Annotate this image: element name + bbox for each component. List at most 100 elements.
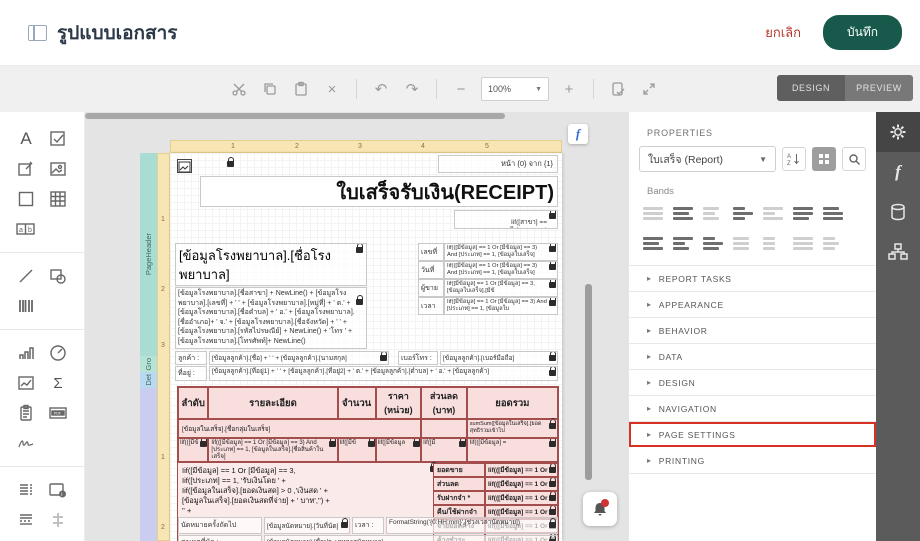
detail-cell[interactable]: Iif([มีข้อมูล [376,438,422,462]
address-label[interactable]: ที่อยู่ : [175,366,207,381]
horizontal-scrollbar[interactable] [85,113,505,119]
time-label[interactable]: เวลา : [352,517,384,534]
design-tab[interactable]: DESIGN [777,75,845,101]
save-button[interactable]: บันทึก [823,15,902,50]
section-navigation[interactable]: ▸NAVIGATION [629,396,876,422]
phone-expression[interactable]: [ข้อมูลลูกค้า].[เบอร์มือถือ] [440,351,558,365]
band-icon-reportfooter[interactable] [643,233,663,253]
branch-expression-control[interactable]: Iif([สาขา] == ไม่ระบุสาขา) [454,210,558,229]
cancel-button[interactable]: ยกเลิก [765,22,801,43]
preview-tab[interactable]: PREVIEW [845,75,913,101]
chart-tool-icon[interactable] [10,338,42,368]
band-icon-groupfooter[interactable] [823,203,843,223]
rail-properties-tab[interactable] [876,112,920,152]
table-header-cell[interactable]: รายละเอียด [208,387,337,419]
group-properties-button[interactable] [812,147,836,171]
phone-label[interactable]: เบอร์โทร : [398,351,438,365]
section-report-tasks[interactable]: ▸REPORT TASKS [629,266,876,292]
band-icon-bottommargin[interactable] [703,233,723,253]
table-header-cell[interactable]: ราคา (หน่วย) [376,387,422,419]
table-header-cell[interactable]: ลำดับ [178,387,208,419]
band-icon-topmargin[interactable] [643,203,663,223]
band-icon-detail[interactable] [763,203,783,223]
band-detail[interactable]: Det [140,372,157,388]
detail-cell[interactable]: Iif(([มีข้อมูล] == 1 Or [มีข้อมูล] == 3)… [208,438,337,462]
hospital-name-control[interactable]: [ข้อมูลโรงพยาบาล].[ชื่อโรงพยาบาล] [175,243,367,286]
group-header-cell[interactable]: [ข้อมูลในเสร็จ].[ชื่อกลุ่มในเสร็จ] [178,419,421,438]
info-label[interactable]: วันที่ [418,261,444,279]
panel-tool-icon[interactable] [10,184,42,214]
summary-value[interactable]: Iif(([มีข้อมูล] == 1 Or [485,477,558,491]
address-expression[interactable]: [ข้อมูลลูกค้า].[ที่อยู่1] + ' ' + [ข้อมู… [209,366,558,381]
info-value[interactable]: Iif([มีข้อมูล] == 1 Or [มีข้อมูล] == 3) … [444,297,558,315]
paste-icon[interactable] [290,78,312,100]
hospital-address-control[interactable]: [ข้อมูลโรงพยาบาล].[ชื่อสาขา] + NewLine()… [175,287,367,349]
detail-cell[interactable]: Iif([มี [421,438,467,462]
undo-icon[interactable]: ↶ [370,78,392,100]
summary-label[interactable]: ส่วนลด [433,477,485,491]
delete-icon[interactable]: × [321,78,343,100]
gauge-tool-icon[interactable] [42,338,74,368]
zoom-in-icon[interactable]: + [558,78,580,100]
zoom-select[interactable]: 100% ▼ [481,77,549,101]
payment-expression-control[interactable]: Iif([มีข้อมูล] == 1 Or [มีข้อมูล] == 3, … [182,466,432,516]
table-header-cell[interactable]: จำนวน [338,387,376,419]
signature-tool-icon[interactable] [10,428,42,458]
page-break-tool-icon[interactable] [10,505,42,535]
validate-icon[interactable] [607,78,629,100]
band-groupheader[interactable]: Gro [140,356,157,372]
table-header-cell[interactable]: ยอดรวม [467,387,558,419]
band-groupfooter[interactable] [140,388,157,541]
label-tool-icon[interactable]: A [10,124,42,154]
section-behavior[interactable]: ▸BEHAVIOR [629,318,876,344]
notification-bell-button[interactable] [583,492,617,526]
band-icon-pagefooter[interactable] [673,233,693,253]
info-label[interactable]: เวลา [418,297,444,315]
subreport-tool-icon[interactable]: i [42,475,74,505]
rail-structure-tab[interactable] [876,232,920,272]
sort-properties-button[interactable]: AZ [782,147,806,171]
section-page-settings[interactable]: ▸PAGE SETTINGS [629,422,876,448]
vertical-scrollbar[interactable] [585,284,592,480]
customer-label[interactable]: ลูกค้า : [175,351,207,365]
info-label[interactable]: เลขที่ [418,243,444,261]
group-header-cell[interactable] [421,419,467,438]
page-info-tool-icon[interactable] [10,398,42,428]
redo-icon[interactable]: ↷ [401,78,423,100]
crossband-line-tool-icon[interactable] [42,505,74,535]
band-icon-pageheader[interactable] [703,203,723,223]
band-icon-groupheader[interactable] [733,203,753,223]
band-icon-verticaltotal[interactable] [793,233,813,253]
checkbox-tool-icon[interactable] [42,124,74,154]
band-pageheader[interactable]: PageHeader [140,153,157,356]
time-expression[interactable]: FormatString('{0:HH:mm}',[ช่วงเวลานัดหมา… [386,517,558,534]
pivot-summary-tool-icon[interactable]: Σ [42,368,74,398]
crossband-box-tool-icon[interactable] [10,535,42,541]
section-design[interactable]: ▸DESIGN [629,370,876,396]
section-printing[interactable]: ▸PRINTING [629,448,876,474]
appointment-expression[interactable]: [ข้อมูลนัดหมาย].[วันที่นัด] [264,517,350,534]
customer-expression[interactable]: [ข้อมูลลูกค้า].[ชื่อ] + ' ' + [ข้อมูลลูก… [209,351,389,365]
rail-fieldlist-tab[interactable] [876,192,920,232]
band-icon-reportheader[interactable] [673,203,693,223]
summary-value[interactable]: Iif(([มีข้อมูล] == 1 Or [485,463,558,477]
band-icon-detailreport[interactable] [793,203,813,223]
picture-tool-icon[interactable] [42,154,74,184]
info-value[interactable]: Iif([มีข้อมูล] == 1 Or [มีข้อมูล] == 3, … [444,279,558,297]
report-element-selector[interactable]: ใบเสร็จ (Report) ▼ [639,146,776,172]
detail-cell[interactable]: Iif(([มีข้อมูล] = [467,438,558,462]
table-of-contents-tool-icon[interactable] [10,475,42,505]
info-label[interactable]: ผู้ขาย [418,279,444,297]
reason-label[interactable]: สาเหตุที่นัด : [178,535,262,541]
page-info-control[interactable]: หน้า {0} จาก {1} [438,155,558,173]
band-icon-verticalheader[interactable] [733,233,753,253]
group-sum-cell[interactable]: sumSum([ข้อมูลในเสร็จ].[ยอดสุทธิรวมเข้าไ… [467,419,558,438]
detail-cell[interactable]: Iif([มีข้ [338,438,376,462]
cut-icon[interactable] [228,78,250,100]
table-header-cell[interactable]: ส่วนลด (บาท) [421,387,467,419]
fullscreen-icon[interactable] [638,78,660,100]
richtext-tool-icon[interactable] [10,154,42,184]
rail-expressions-tab[interactable]: f [876,152,920,192]
shape-tool-icon[interactable] [42,261,74,291]
character-comb-tool-icon[interactable]: ab [10,214,42,244]
